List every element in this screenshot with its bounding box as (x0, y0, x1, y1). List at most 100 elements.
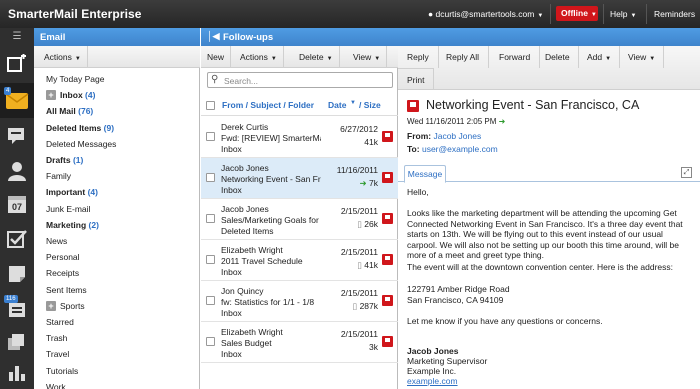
actions-button[interactable]: Actions ▼ (234, 46, 284, 68)
message-row[interactable]: Elizabeth Wright 2011 Travel Schedule Inbo… (201, 240, 398, 281)
help-menu[interactable]: Help ▼ (610, 9, 636, 19)
message-row[interactable]: Jon Quincy fw: Statistics for 1/1 - 1/8 In… (201, 281, 398, 322)
message-date: 2/15/2011 (340, 247, 378, 257)
view-button[interactable]: View ▼ (347, 46, 388, 68)
folder-item[interactable]: Important (4) (46, 187, 98, 197)
delete-button[interactable]: Delete ▼ (293, 46, 340, 68)
row-checkbox[interactable] (206, 132, 215, 141)
folder-item[interactable]: Work (46, 382, 66, 389)
flag-icon[interactable] (382, 131, 393, 142)
forward-button[interactable]: Forward (490, 46, 541, 68)
message-row[interactable]: Elizabeth Wright Sales Budget Inbox 2/15/20… (201, 322, 398, 363)
select-all-checkbox[interactable] (206, 101, 215, 110)
chat-icon[interactable] (0, 118, 34, 153)
folder-count: (76) (78, 106, 94, 117)
folder-name: Inbox (60, 90, 83, 101)
left-nav: ☰ 4 07 116 (0, 28, 34, 389)
flag-icon[interactable] (382, 295, 393, 306)
message-row[interactable]: Jacob Jones Sales/Marketing Goals for Q De… (201, 199, 398, 240)
folder-item[interactable]: My Today Page (46, 74, 104, 84)
folder-item[interactable]: Sent Items (46, 285, 87, 295)
flag-icon[interactable] (382, 336, 393, 347)
folder-item[interactable]: Personal (46, 252, 80, 262)
folder-item[interactable]: News (46, 236, 67, 246)
email-actions-button[interactable]: Actions ▼ (34, 46, 88, 68)
message-list: ⚲ Search... From / Subject / Folder Date… (201, 68, 398, 389)
message-date: 11/16/2011 (336, 165, 378, 175)
folder-item[interactable]: + Inbox (4) (46, 90, 95, 101)
reading-view-button[interactable]: View ▼ (620, 46, 665, 68)
row-checkbox[interactable] (206, 173, 215, 182)
folder-item[interactable]: Drafts (1) (46, 155, 83, 165)
folder-name: Tutorials (46, 365, 79, 376)
calendar-icon[interactable]: 07 (0, 186, 34, 221)
folder-item[interactable]: Trash (46, 333, 67, 343)
contacts-icon[interactable] (0, 153, 34, 188)
date-column-header[interactable]: Date (328, 100, 346, 110)
reading-delete-button[interactable]: Delete (537, 46, 579, 68)
to-label: To: (407, 144, 420, 154)
folder-item[interactable]: Deleted Messages (46, 139, 116, 149)
message-row[interactable]: Jacob JonesNetworking Event - San Franci… (201, 158, 398, 199)
row-checkbox[interactable] (206, 214, 215, 223)
from-column-header[interactable]: From / Subject / Folder (222, 100, 314, 110)
news-icon[interactable]: 116 (0, 291, 34, 326)
message-size-cell: ▯ 26k (357, 219, 378, 230)
new-button[interactable]: New (201, 46, 232, 68)
folder-item[interactable]: Junk E-mail (46, 204, 90, 214)
followups-toolbar: New Actions ▼ Delete ▼ View ▼ (201, 46, 398, 68)
folder-name: My Today Page (46, 74, 105, 84)
to-recipient[interactable]: user@example.com (422, 144, 498, 154)
tasks-icon[interactable] (0, 221, 34, 256)
chevron-down-icon: ▼ (590, 12, 597, 18)
row-checkbox[interactable] (206, 337, 215, 346)
folder-item[interactable]: Family (46, 171, 71, 181)
status-offline-button[interactable]: Offline ▼ (556, 6, 598, 21)
expand-plus-icon[interactable]: + (46, 90, 56, 101)
message-row[interactable]: Derek Curtis Fwd: [REVIEW] SmarterMail Inb… (201, 117, 398, 158)
notes-icon[interactable] (0, 256, 34, 291)
flag-icon[interactable] (382, 213, 393, 224)
folder-item[interactable]: Deleted Items (9) (46, 123, 114, 133)
reports-icon[interactable] (0, 354, 34, 389)
flag-icon[interactable] (382, 172, 393, 183)
help-label: Help (610, 9, 628, 19)
reminders-button[interactable]: Reminders (654, 9, 695, 19)
compose-icon[interactable] (0, 46, 34, 81)
signature-link[interactable]: example.com (407, 376, 458, 386)
folder-item[interactable]: Tutorials (46, 366, 78, 376)
menu-icon[interactable]: ☰ (0, 28, 34, 44)
expand-plus-icon[interactable]: + (46, 300, 56, 311)
message-size-cell: 41k (364, 137, 378, 147)
folder-item[interactable]: + Sports (46, 300, 85, 311)
flag-icon[interactable] (382, 254, 393, 265)
folder-name: Sent Items (46, 284, 87, 295)
folder-name: Drafts (46, 155, 71, 165)
folder-name: Deleted Messages (46, 138, 117, 149)
print-button[interactable]: Print (398, 68, 435, 90)
reply-all-button[interactable]: Reply All (437, 46, 490, 68)
collapse-icon[interactable]: │◀ (207, 31, 220, 42)
message-size: 41k (364, 260, 378, 270)
folder-item[interactable]: Starred (46, 317, 74, 327)
mail-icon[interactable]: 4 (0, 83, 34, 118)
folder-item[interactable]: All Mail (76) (46, 106, 93, 116)
folder-item[interactable]: Receipts (46, 268, 79, 278)
folder-count: (4) (87, 187, 98, 198)
add-button[interactable]: Add ▼ (579, 46, 621, 68)
row-checkbox[interactable] (206, 296, 215, 305)
folder-item[interactable]: Travel (46, 349, 69, 359)
row-checkbox[interactable] (206, 255, 215, 264)
folder-item[interactable]: Marketing (2) (46, 220, 99, 230)
expand-icon[interactable]: ⤢ (681, 167, 692, 178)
user-menu[interactable]: ● dcurtis@smartertools.com ▼ (428, 9, 543, 19)
from-sender[interactable]: Jacob Jones (433, 131, 481, 141)
message-datetime: Wed 11/16/2011 2:05 PM (407, 117, 497, 126)
followups-title: Follow-ups (223, 32, 274, 43)
reply-button[interactable]: Reply (398, 46, 439, 68)
search-input[interactable]: ⚲ Search... (207, 72, 393, 88)
tab-message[interactable]: Message (404, 165, 446, 183)
message-size: 3k (369, 342, 378, 352)
size-column-header[interactable]: / Size (359, 100, 381, 110)
chevron-down-icon: ▼ (630, 13, 637, 19)
